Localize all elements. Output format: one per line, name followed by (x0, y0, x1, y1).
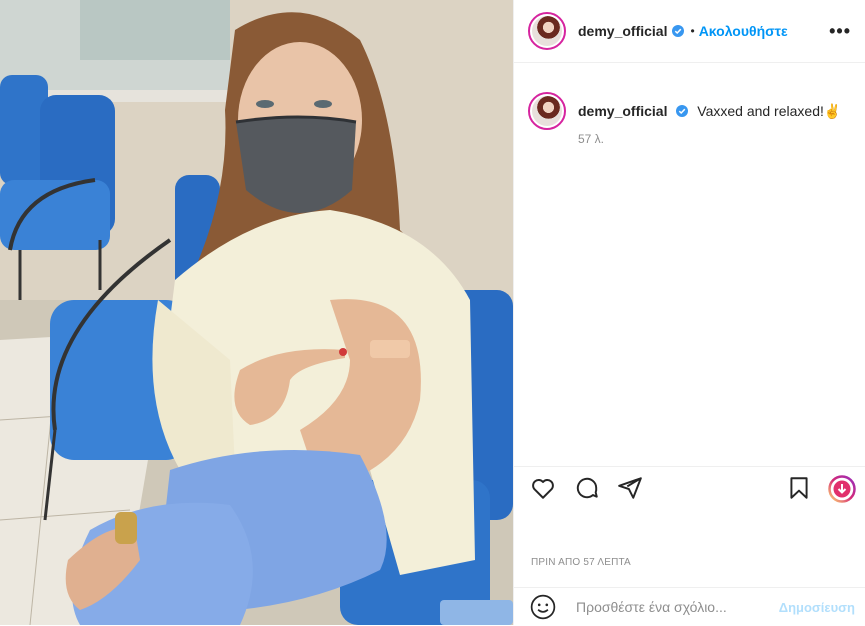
post-comment-button[interactable]: Δημοσίευση (779, 600, 855, 615)
photo-illustration (0, 0, 513, 625)
verified-badge-icon (672, 25, 685, 37)
comment-icon[interactable] (574, 475, 600, 501)
caption-body: Vaxxed and relaxed! (697, 103, 824, 119)
share-icon[interactable] (617, 475, 643, 501)
action-bar (514, 466, 865, 507)
caption-text-block: demy_official Vaxxed and relaxed!✌ 57 λ. (578, 103, 841, 146)
comment-bar: Δημοσίευση (514, 587, 865, 626)
comment-input[interactable] (574, 598, 763, 616)
caption: demy_official Vaxxed and relaxed!✌ 57 λ. (514, 63, 865, 146)
caption-time[interactable]: 57 λ. (578, 132, 841, 146)
username-link[interactable]: demy_official (578, 23, 667, 39)
caption-avatar[interactable] (528, 92, 566, 130)
instagram-post: demy_official • Ακολουθήστε ••• demy_off… (0, 0, 865, 625)
promo-icon[interactable] (828, 475, 856, 503)
follow-button[interactable]: Ακολουθήστε (699, 23, 788, 39)
victory-hand-emoji: ✌ (823, 103, 842, 119)
caption-username[interactable]: demy_official (578, 103, 667, 119)
bookmark-icon[interactable] (786, 475, 812, 501)
avatar[interactable] (528, 12, 566, 50)
post-date[interactable]: ΠΡΙΝ ΑΠΟ 57 ΛΕΠΤΑ (531, 557, 631, 568)
post-photo[interactable] (0, 0, 513, 625)
emoji-icon[interactable] (530, 594, 556, 620)
post-side-panel: demy_official • Ακολουθήστε ••• demy_off… (513, 0, 865, 625)
separator-dot: • (690, 24, 695, 38)
verified-badge-icon (676, 105, 689, 117)
heart-icon[interactable] (530, 475, 556, 501)
more-options-icon[interactable]: ••• (829, 21, 851, 42)
post-header: demy_official • Ακολουθήστε ••• (514, 0, 865, 63)
